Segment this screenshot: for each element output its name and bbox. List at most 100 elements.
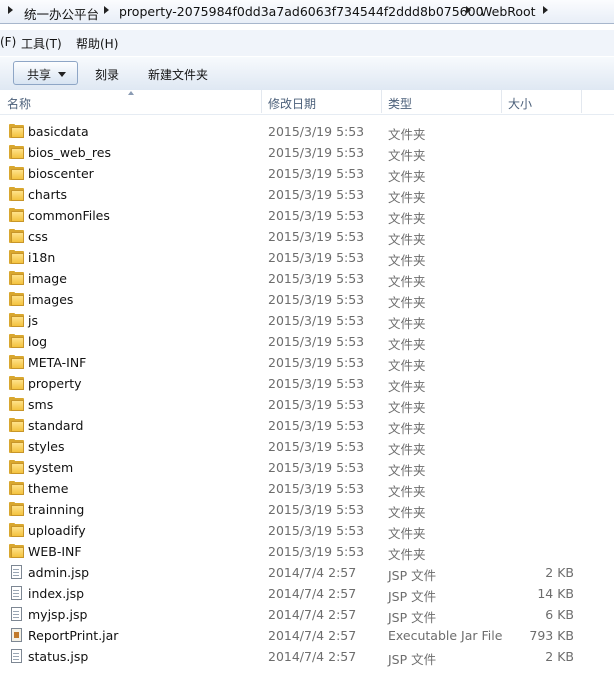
folder-icon <box>9 313 25 328</box>
file-type: JSP 文件 <box>388 652 437 667</box>
file-modified: 2015/3/19 5:53 <box>268 439 365 454</box>
file-modified: 2015/3/19 5:53 <box>268 460 365 475</box>
file-row[interactable]: sms 2015/3/19 5:53 文件夹 <box>0 394 614 415</box>
file-name: log <box>28 334 48 349</box>
column-divider[interactable] <box>381 90 382 113</box>
share-button[interactable]: 共享 <box>13 61 78 85</box>
file-row[interactable]: basicdata 2015/3/19 5:53 文件夹 <box>0 121 614 142</box>
file-modified: 2015/3/19 5:53 <box>268 208 365 223</box>
column-divider[interactable] <box>261 90 262 113</box>
file-modified: 2015/3/19 5:53 <box>268 229 365 244</box>
file-type: 文件夹 <box>388 547 426 562</box>
file-size: 14 KB <box>537 586 574 601</box>
column-name[interactable]: 名称 <box>7 95 31 112</box>
file-name: property <box>28 376 82 391</box>
file-row[interactable]: theme 2015/3/19 5:53 文件夹 <box>0 478 614 499</box>
file-type: 文件夹 <box>388 484 426 499</box>
file-row[interactable]: bios_web_res 2015/3/19 5:53 文件夹 <box>0 142 614 163</box>
file-type: 文件夹 <box>388 274 426 289</box>
file-name: basicdata <box>28 124 89 139</box>
file-modified: 2015/3/19 5:53 <box>268 124 365 139</box>
file-modified: 2015/3/19 5:53 <box>268 250 365 265</box>
file-modified: 2015/3/19 5:53 <box>268 397 365 412</box>
menu-tools[interactable]: 工具(T) <box>21 35 62 52</box>
file-row[interactable]: i18n 2015/3/19 5:53 文件夹 <box>0 247 614 268</box>
folder-icon <box>9 250 25 265</box>
file-type: 文件夹 <box>388 127 426 142</box>
file-list: basicdata 2015/3/19 5:53 文件夹 bios_web_res 20… <box>0 121 614 667</box>
menu-bar: (F) 工具(T) 帮助(H) <box>0 30 614 56</box>
file-row[interactable]: admin.jsp 2014/7/4 2:57 JSP 文件 2 KB <box>0 562 614 583</box>
folder-icon <box>9 187 25 202</box>
chevron-right-icon[interactable] <box>466 6 471 14</box>
column-size[interactable]: 大小 <box>508 95 532 112</box>
file-row[interactable]: charts 2015/3/19 5:53 文件夹 <box>0 184 614 205</box>
file-type: 文件夹 <box>388 379 426 394</box>
file-modified: 2015/3/19 5:53 <box>268 376 365 391</box>
address-bar[interactable]: 统一办公平台 property-2075984f0dd3a7ad6063f734… <box>0 0 614 24</box>
file-modified: 2014/7/4 2:57 <box>268 607 357 622</box>
file-type: 文件夹 <box>388 295 426 310</box>
file-row[interactable]: index.jsp 2014/7/4 2:57 JSP 文件 14 KB <box>0 583 614 604</box>
menu-help[interactable]: 帮助(H) <box>76 35 118 52</box>
file-name: i18n <box>28 250 56 265</box>
file-row[interactable]: status.jsp 2014/7/4 2:57 JSP 文件 2 KB <box>0 646 614 667</box>
jar-file-icon <box>9 628 25 643</box>
folder-icon <box>9 460 25 475</box>
folder-icon <box>9 523 25 538</box>
chevron-right-icon[interactable] <box>104 6 109 14</box>
folder-icon <box>9 481 25 496</box>
folder-icon <box>9 397 25 412</box>
folder-icon <box>9 376 25 391</box>
breadcrumb-item[interactable]: WebRoot <box>480 4 536 19</box>
column-header: 名称 修改日期 类型 大小 <box>0 90 614 115</box>
file-modified: 2015/3/19 5:53 <box>268 166 365 181</box>
file-size: 2 KB <box>545 565 574 580</box>
file-size: 2 KB <box>545 649 574 664</box>
file-row[interactable]: property 2015/3/19 5:53 文件夹 <box>0 373 614 394</box>
file-row[interactable]: styles 2015/3/19 5:53 文件夹 <box>0 436 614 457</box>
file-row[interactable]: myjsp.jsp 2014/7/4 2:57 JSP 文件 6 KB <box>0 604 614 625</box>
file-row[interactable]: trainning 2015/3/19 5:53 文件夹 <box>0 499 614 520</box>
file-row[interactable]: image 2015/3/19 5:53 文件夹 <box>0 268 614 289</box>
file-row[interactable]: META-INF 2015/3/19 5:53 文件夹 <box>0 352 614 373</box>
file-row[interactable]: css 2015/3/19 5:53 文件夹 <box>0 226 614 247</box>
folder-icon <box>9 544 25 559</box>
folder-icon <box>9 229 25 244</box>
file-modified: 2015/3/19 5:53 <box>268 523 365 538</box>
folder-icon <box>9 418 25 433</box>
file-name: uploadify <box>28 523 86 538</box>
column-divider[interactable] <box>501 90 502 113</box>
file-row[interactable]: WEB-INF 2015/3/19 5:53 文件夹 <box>0 541 614 562</box>
file-row[interactable]: commonFiles 2015/3/19 5:53 文件夹 <box>0 205 614 226</box>
file-type: JSP 文件 <box>388 589 437 604</box>
file-name: styles <box>28 439 65 454</box>
file-modified: 2015/3/19 5:53 <box>268 313 365 328</box>
file-row[interactable]: bioscenter 2015/3/19 5:53 文件夹 <box>0 163 614 184</box>
file-row[interactable]: images 2015/3/19 5:53 文件夹 <box>0 289 614 310</box>
file-size: 793 KB <box>529 628 574 643</box>
burn-button[interactable]: 刻录 <box>95 66 119 83</box>
column-divider[interactable] <box>581 90 582 113</box>
breadcrumb-item[interactable]: 统一办公平台 <box>24 4 99 23</box>
breadcrumb-item[interactable]: property-2075984f0dd3a7ad6063f734544f2dd… <box>119 4 484 19</box>
column-type[interactable]: 类型 <box>388 95 412 112</box>
file-icon <box>9 649 25 664</box>
file-row[interactable]: uploadify 2015/3/19 5:53 文件夹 <box>0 520 614 541</box>
menu-file[interactable]: (F) <box>0 35 16 49</box>
file-row[interactable]: js 2015/3/19 5:53 文件夹 <box>0 310 614 331</box>
file-type: 文件夹 <box>388 442 426 457</box>
file-type: 文件夹 <box>388 463 426 478</box>
file-row[interactable]: standard 2015/3/19 5:53 文件夹 <box>0 415 614 436</box>
file-row[interactable]: system 2015/3/19 5:53 文件夹 <box>0 457 614 478</box>
file-row[interactable]: log 2015/3/19 5:53 文件夹 <box>0 331 614 352</box>
chevron-right-icon[interactable] <box>8 6 13 14</box>
file-type: 文件夹 <box>388 148 426 163</box>
column-modified[interactable]: 修改日期 <box>268 95 316 112</box>
file-modified: 2015/3/19 5:53 <box>268 502 365 517</box>
file-row[interactable]: ReportPrint.jar 2014/7/4 2:57 Executable J… <box>0 625 614 646</box>
file-name: charts <box>28 187 68 202</box>
new-folder-button[interactable]: 新建文件夹 <box>148 66 208 83</box>
file-modified: 2015/3/19 5:53 <box>268 145 365 160</box>
chevron-right-icon[interactable] <box>543 6 548 14</box>
